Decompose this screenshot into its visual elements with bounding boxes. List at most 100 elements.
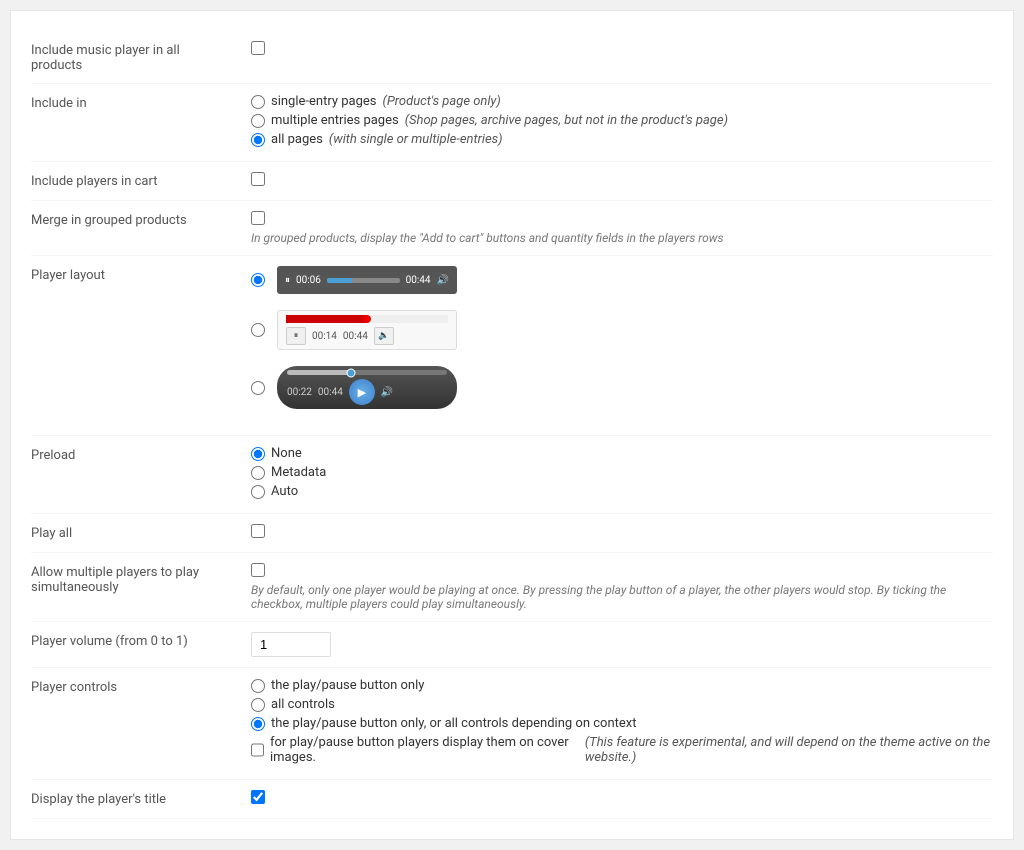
player-controls-control: the play/pause button only all controls … (251, 678, 993, 769)
play-all-label: Play all (31, 524, 251, 541)
include-in-multiple-entries[interactable]: multiple entries pages (Shop pages, arch… (251, 113, 993, 128)
play-btn-3: ▶ (349, 379, 375, 405)
pause-icon-1: ⏸ (285, 275, 290, 286)
player-controls-play-pause-text: the play/pause button only (271, 678, 424, 693)
merge-grouped-checkbox[interactable] (251, 211, 265, 225)
include-in-row: Include in single-entry pages (Product's… (31, 84, 993, 162)
player-preview-3: 00:22 00:44 ▶ 🔊 (277, 366, 457, 409)
merge-grouped-control: In grouped products, display the "Add to… (251, 211, 993, 245)
player-layout-radio-3[interactable] (251, 381, 265, 395)
play-all-control (251, 524, 993, 542)
player-controls-2: ⏸ 00:14 00:44 🔈 (286, 327, 448, 345)
player-controls-context-radio[interactable] (251, 717, 265, 731)
player-layout-radio-1[interactable] (251, 273, 265, 287)
player-volume-row: Player volume (from 0 to 1) (31, 622, 993, 668)
player-layout-option-3: 00:22 00:44 ▶ 🔊 (251, 366, 993, 409)
include-in-multiple-text: multiple entries pages (271, 113, 399, 128)
time-text-3b: 00:44 (318, 387, 343, 398)
player-controls-label: Player controls (31, 678, 251, 695)
include-music-player-label: Include music player in all products (31, 41, 251, 73)
include-in-all-text: all pages (271, 132, 323, 147)
player-layout-control: ⏸ 00:06 00:44 🔊 (251, 266, 993, 425)
player-controls-cover-option[interactable]: for play/pause button players display th… (251, 735, 993, 765)
vol-icon-3: 🔊 (381, 387, 393, 398)
progress-fill-red-2 (286, 315, 367, 323)
merge-grouped-label: Merge in grouped products (31, 211, 251, 228)
player-layout-radio-2[interactable] (251, 323, 265, 337)
allow-multiple-checkbox[interactable] (251, 563, 265, 577)
player-controls-play-pause-radio[interactable] (251, 679, 265, 693)
player-controls-context-text: the play/pause button only, or all contr… (271, 716, 636, 731)
settings-panel: Include music player in all products Inc… (10, 10, 1014, 840)
progress-bar-1 (327, 278, 400, 283)
vol-btn-2: 🔈 (374, 327, 394, 345)
preload-metadata-radio[interactable] (251, 466, 265, 480)
include-players-cart-label: Include players in cart (31, 172, 251, 189)
display-title-checkbox[interactable] (251, 790, 265, 804)
player-controls-cover-text: for play/pause button players display th… (270, 735, 579, 765)
progress-bar-3 (287, 370, 447, 375)
progress-thumb-3 (347, 368, 356, 377)
player-layout-row: Player layout ⏸ 00:06 00:44 🔊 (31, 256, 993, 436)
preload-none-option[interactable]: None (251, 446, 993, 461)
player-layout-label: Player layout (31, 266, 251, 283)
time-text-3a: 00:22 (287, 387, 312, 398)
include-in-multiple-italic: (Shop pages, archive pages, but not in t… (405, 113, 728, 128)
preload-control: None Metadata Auto (251, 446, 993, 503)
player-controls-all-radio[interactable] (251, 698, 265, 712)
preload-none-radio[interactable] (251, 447, 265, 461)
player-layout-option-1: ⏸ 00:06 00:44 🔊 (251, 266, 993, 294)
player-volume-input[interactable] (251, 632, 331, 657)
player-preview-2: ⏸ 00:14 00:44 🔈 (277, 310, 457, 350)
include-in-label: Include in (31, 94, 251, 111)
include-in-all-pages[interactable]: all pages (with single or multiple-entri… (251, 132, 993, 147)
display-title-label: Display the player's title (31, 790, 251, 807)
time-text-2: 00:14 (312, 331, 337, 342)
progress-bar-2 (286, 315, 448, 323)
include-music-player-row: Include music player in all products (31, 31, 993, 84)
include-players-cart-checkbox[interactable] (251, 172, 265, 186)
player-controls-row: Player controls the play/pause button on… (31, 668, 993, 780)
play-all-row: Play all (31, 514, 993, 553)
allow-multiple-label: Allow multiple players to play simultane… (31, 563, 251, 595)
merge-grouped-row: Merge in grouped products In grouped pro… (31, 201, 993, 256)
include-music-player-checkbox[interactable] (251, 41, 265, 55)
display-title-row: Display the player's title (31, 780, 993, 819)
preload-auto-option[interactable]: Auto (251, 484, 993, 499)
include-in-all-radio[interactable] (251, 133, 265, 147)
player-controls-play-pause-option[interactable]: the play/pause button only (251, 678, 993, 693)
player-controls-cover-italic: (This feature is experimental, and will … (585, 735, 993, 765)
preload-metadata-text: Metadata (271, 465, 326, 480)
pause-btn-2: ⏸ (286, 327, 306, 345)
play-all-checkbox[interactable] (251, 524, 265, 538)
player-volume-label: Player volume (from 0 to 1) (31, 632, 251, 649)
time-text-1b: 00:44 (406, 275, 431, 286)
preload-auto-text: Auto (271, 484, 298, 499)
allow-multiple-row: Allow multiple players to play simultane… (31, 553, 993, 622)
player-controls-all-option[interactable]: all controls (251, 697, 993, 712)
player-controls-3: 00:22 00:44 ▶ 🔊 (287, 379, 447, 405)
preload-auto-radio[interactable] (251, 485, 265, 499)
include-in-single-entry[interactable]: single-entry pages (Product's page only) (251, 94, 993, 109)
preload-row: Preload None Metadata Auto (31, 436, 993, 514)
preload-label: Preload (31, 446, 251, 463)
include-in-control: single-entry pages (Product's page only)… (251, 94, 993, 151)
player-controls-context-option[interactable]: the play/pause button only, or all contr… (251, 716, 993, 731)
include-players-cart-control (251, 172, 993, 190)
player-controls-cover-checkbox[interactable] (251, 743, 264, 757)
progress-fill-1 (327, 278, 352, 283)
player-controls-all-text: all controls (271, 697, 335, 712)
player-layout-option-2: ⏸ 00:14 00:44 🔈 (251, 310, 993, 350)
include-music-player-control (251, 41, 993, 59)
include-in-single-text: single-entry pages (271, 94, 377, 109)
include-in-multiple-radio[interactable] (251, 114, 265, 128)
include-in-single-radio[interactable] (251, 95, 265, 109)
include-in-single-italic: (Product's page only) (383, 94, 501, 109)
allow-multiple-control: By default, only one player would be pla… (251, 563, 993, 611)
preload-metadata-option[interactable]: Metadata (251, 465, 993, 480)
progress-thumb-2 (363, 315, 371, 323)
player-preview-1: ⏸ 00:06 00:44 🔊 (277, 266, 457, 294)
allow-multiple-hint: By default, only one player would be pla… (251, 583, 993, 611)
volume-icon-1: 🔊 (437, 275, 449, 286)
preload-none-text: None (271, 446, 302, 461)
